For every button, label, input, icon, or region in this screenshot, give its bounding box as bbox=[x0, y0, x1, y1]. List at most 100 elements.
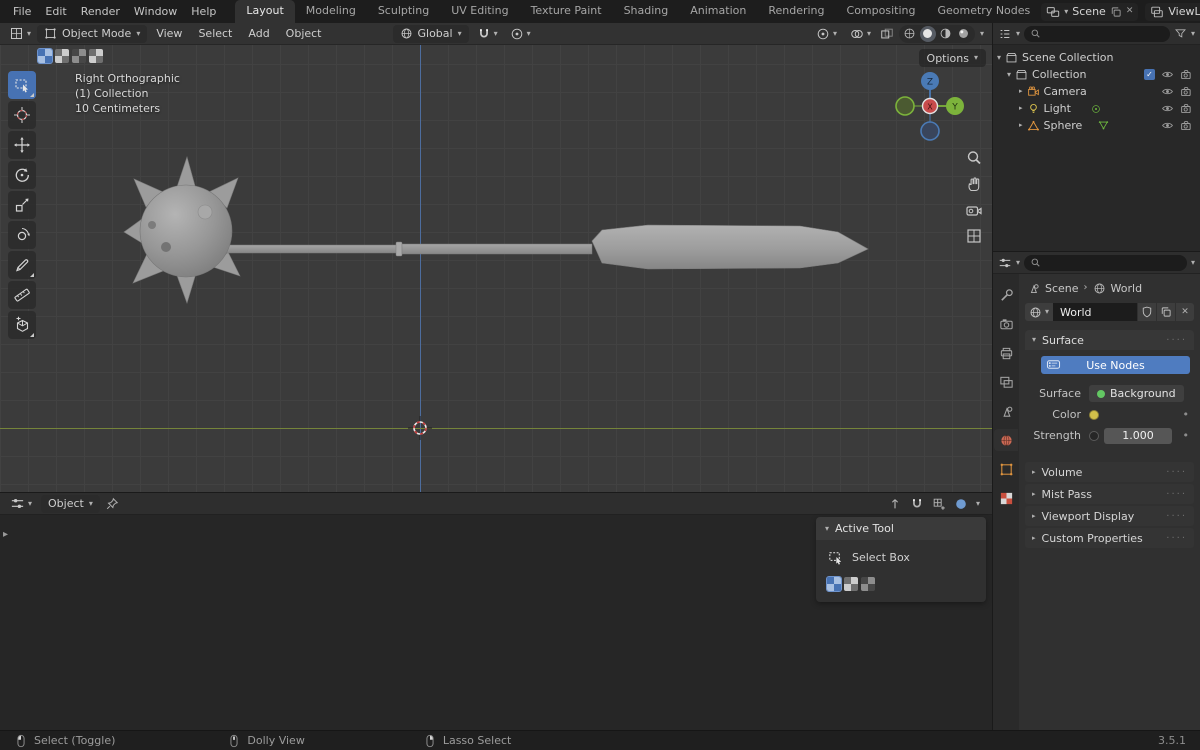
panel-mist-pass[interactable]: ▸ Mist Pass ···· bbox=[1025, 484, 1194, 504]
region-expand-icon[interactable]: ▸ bbox=[3, 529, 8, 540]
disclosure-right-icon[interactable]: ▸ bbox=[1019, 105, 1023, 112]
menu-window[interactable]: Window bbox=[127, 0, 184, 23]
disable-render-icon[interactable] bbox=[1180, 119, 1193, 132]
tab-sculpting[interactable]: Sculpting bbox=[367, 0, 440, 23]
select-mode-subtract[interactable] bbox=[72, 49, 86, 63]
scene-browse-icon[interactable] bbox=[1046, 5, 1060, 19]
disclosure-right-icon[interactable]: ▸ bbox=[1019, 88, 1023, 95]
tab-texture[interactable] bbox=[994, 487, 1018, 509]
gizmo-z-neg-axis[interactable] bbox=[920, 121, 940, 141]
shading-rendered-button[interactable] bbox=[956, 26, 972, 42]
tab-layout[interactable]: Layout bbox=[235, 0, 295, 23]
object-label[interactable]: Light bbox=[1044, 102, 1071, 115]
viewlayer-selector[interactable]: ViewLayer ✕ bbox=[1145, 2, 1200, 21]
breadcrumb-scene[interactable]: Scene bbox=[1045, 282, 1079, 295]
active-tool-row[interactable]: Select Box bbox=[827, 549, 975, 566]
chevron-down-icon[interactable]: ▾ bbox=[1191, 29, 1195, 38]
active-tool-panel-header[interactable]: ▾ Active Tool bbox=[816, 517, 986, 540]
tab-geometry-nodes[interactable]: Geometry Nodes bbox=[926, 0, 1041, 23]
surface-panel-header[interactable]: ▾ Surface ···· bbox=[1025, 330, 1194, 350]
hide-eye-icon[interactable] bbox=[1161, 119, 1174, 132]
snap-icon[interactable] bbox=[910, 497, 924, 511]
shading-wireframe-button[interactable] bbox=[902, 26, 918, 42]
tab-animation[interactable]: Animation bbox=[679, 0, 757, 23]
decorator-dot-icon[interactable]: • bbox=[1183, 408, 1193, 421]
editor-type-button[interactable]: ▾ bbox=[6, 495, 36, 513]
select-mode-extend[interactable] bbox=[55, 49, 69, 63]
outliner-row-camera[interactable]: ▸ Camera bbox=[993, 83, 1200, 100]
filter-icon[interactable] bbox=[1174, 27, 1187, 40]
navigation-gizmo[interactable]: Z Y X bbox=[884, 59, 976, 151]
panel-grip[interactable]: ···· bbox=[1166, 467, 1187, 478]
new-world-button[interactable] bbox=[1157, 303, 1175, 321]
outliner-row-light[interactable]: ▸ Light bbox=[993, 100, 1200, 117]
outliner-row-sphere[interactable]: ▸ Sphere bbox=[993, 117, 1200, 134]
select-mode-difference[interactable] bbox=[89, 49, 103, 63]
outliner-search-input[interactable] bbox=[1045, 28, 1164, 39]
menu-select[interactable]: Select bbox=[191, 23, 239, 45]
disclosure-down-icon[interactable]: ▾ bbox=[997, 53, 1001, 62]
new-scene-icon[interactable] bbox=[1110, 6, 1122, 18]
disable-render-icon[interactable] bbox=[1180, 85, 1193, 98]
shading-solid-button[interactable] bbox=[919, 25, 936, 42]
collection-checkbox[interactable]: ✓ bbox=[1144, 69, 1155, 80]
xray-toggle-icon[interactable] bbox=[880, 27, 894, 41]
shading-options-chevron-icon[interactable]: ▾ bbox=[980, 29, 984, 38]
shading-sphere-icon[interactable] bbox=[954, 497, 968, 511]
tool-measure[interactable] bbox=[8, 281, 36, 309]
arrow-up-icon[interactable] bbox=[888, 497, 902, 511]
world-browse-button[interactable]: ▾ bbox=[1025, 303, 1054, 321]
editor-outliner-icon[interactable] bbox=[998, 27, 1012, 41]
show-gizmo-toggle[interactable]: ▾ bbox=[812, 25, 841, 43]
context-dropdown[interactable]: Object ▾ bbox=[41, 494, 100, 513]
properties-search-input[interactable] bbox=[1045, 257, 1181, 268]
menu-object[interactable]: Object bbox=[279, 23, 329, 45]
chevron-down-icon[interactable]: ▾ bbox=[976, 499, 980, 508]
viewlayer-name[interactable]: ViewLayer bbox=[1168, 5, 1200, 18]
tool-cursor[interactable] bbox=[8, 101, 36, 129]
tab-object[interactable] bbox=[994, 458, 1018, 480]
orientation-dropdown[interactable]: Global ▾ bbox=[392, 24, 469, 43]
ortho-toggle-icon[interactable] bbox=[963, 225, 985, 247]
hide-eye-icon[interactable] bbox=[1161, 68, 1174, 81]
hide-eye-icon[interactable] bbox=[1161, 85, 1174, 98]
breadcrumb-world[interactable]: World bbox=[1111, 282, 1143, 295]
tool-select-box[interactable] bbox=[8, 71, 36, 99]
zoom-icon[interactable] bbox=[963, 147, 985, 169]
panel-grip[interactable]: ···· bbox=[1166, 511, 1187, 522]
panel-viewport-display[interactable]: ▸ Viewport Display ···· bbox=[1025, 506, 1194, 526]
surface-shader-button[interactable]: Background bbox=[1089, 385, 1184, 402]
viewport-3d[interactable]: Right Orthographic (1) Collection 10 Cen… bbox=[0, 45, 992, 492]
grid-snap-icon[interactable] bbox=[932, 497, 946, 511]
panel-grip[interactable]: ···· bbox=[1166, 489, 1187, 500]
object-label[interactable]: Camera bbox=[1044, 85, 1087, 98]
panel-volume[interactable]: ▸ Volume ···· bbox=[1025, 462, 1194, 482]
decorator-dot-icon[interactable]: • bbox=[1183, 429, 1193, 442]
pan-hand-icon[interactable] bbox=[963, 173, 985, 195]
mesh-data-icon[interactable] bbox=[1098, 120, 1109, 131]
tool-add-cube[interactable] bbox=[8, 311, 36, 339]
unlink-scene-icon[interactable]: ✕ bbox=[1126, 7, 1134, 16]
outliner-row-scene-collection[interactable]: ▾ Scene Collection bbox=[993, 49, 1200, 66]
tab-tool[interactable] bbox=[994, 284, 1018, 306]
disclosure-right-icon[interactable]: ▸ bbox=[1019, 122, 1023, 129]
tab-render[interactable] bbox=[994, 313, 1018, 335]
tab-view-layer[interactable] bbox=[994, 371, 1018, 393]
chevron-down-icon[interactable]: ▾ bbox=[1191, 258, 1195, 267]
tab-modeling[interactable]: Modeling bbox=[295, 0, 367, 23]
menu-view[interactable]: View bbox=[149, 23, 189, 45]
proportional-edit-toggle[interactable]: ▾ bbox=[506, 25, 535, 43]
outliner-search[interactable] bbox=[1024, 25, 1170, 42]
panel-custom-properties[interactable]: ▸ Custom Properties ···· bbox=[1025, 528, 1194, 548]
scene-selector[interactable]: ▾ Scene ✕ bbox=[1041, 2, 1139, 21]
select-mode-new[interactable] bbox=[37, 48, 53, 64]
disclosure-down-icon[interactable]: ▾ bbox=[1007, 70, 1011, 79]
menu-edit[interactable]: Edit bbox=[38, 0, 73, 23]
tool-annotate[interactable] bbox=[8, 251, 36, 279]
menu-help[interactable]: Help bbox=[184, 0, 223, 23]
fake-user-button[interactable] bbox=[1138, 303, 1156, 321]
tool-mode-subtract[interactable] bbox=[861, 577, 875, 591]
tool-scale[interactable] bbox=[8, 191, 36, 219]
world-name-field[interactable]: World bbox=[1053, 303, 1137, 321]
show-overlays-toggle[interactable]: ▾ bbox=[846, 25, 875, 43]
